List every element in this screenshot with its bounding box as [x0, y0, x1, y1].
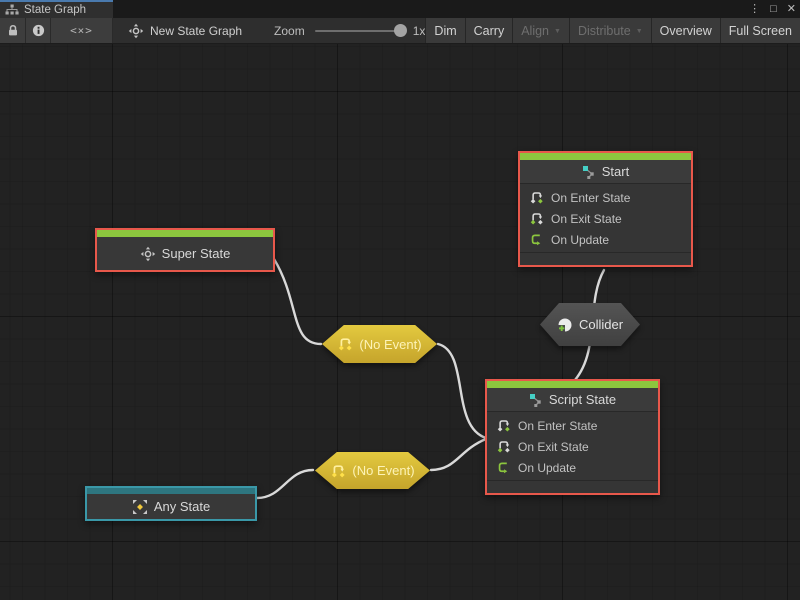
node-event-list: On Enter State On Exit State [520, 184, 691, 252]
on-update-icon [529, 232, 544, 247]
value-toggle-button[interactable]: <×> [51, 18, 113, 43]
state-accent-bar [97, 230, 273, 237]
event-label: On Enter State [518, 419, 597, 433]
on-update-icon [496, 460, 511, 475]
state-node-super-state[interactable]: Super State [95, 228, 275, 272]
event-row: On Exit State [520, 208, 691, 229]
transition-label: (No Event) [352, 463, 414, 478]
info-icon [32, 24, 45, 37]
dim-button[interactable]: Dim [425, 18, 464, 43]
state-accent-bar [487, 381, 658, 388]
flow-graph-icon [582, 165, 596, 179]
state-graph-icon [128, 23, 144, 39]
event-row: On Exit State [487, 436, 658, 457]
event-label: On Exit State [551, 212, 622, 226]
on-exit-state-icon [529, 211, 544, 226]
new-state-graph-button[interactable]: New State Graph [126, 18, 252, 43]
node-event-list: On Enter State On Exit State [487, 412, 658, 480]
edge-noevent-to-scriptstate-2 [431, 439, 486, 470]
lock-button[interactable] [0, 18, 26, 43]
distribute-label: Distribute [578, 24, 631, 38]
node-title: Script State [549, 392, 616, 407]
new-state-graph-label: New State Graph [150, 24, 242, 38]
event-row: On Update [520, 229, 691, 250]
toolbar-spacer [113, 18, 126, 43]
state-accent-bar [520, 153, 691, 160]
on-exit-state-icon [496, 439, 511, 454]
on-enter-state-icon [496, 418, 511, 433]
node-title: Super State [162, 246, 231, 261]
graph-canvas[interactable]: Collider (No Event) [0, 44, 800, 600]
node-title-bar: Start [520, 160, 691, 184]
event-row: On Enter State [520, 187, 691, 208]
dim-label: Dim [434, 24, 456, 38]
transition-label: (No Event) [359, 337, 421, 352]
node-title: Any State [154, 499, 210, 514]
toolbar-right-group: Dim Carry Align ▼ Distribute ▼ Overview … [425, 18, 800, 43]
node-title-bar: Any State [87, 494, 255, 519]
full-screen-label: Full Screen [729, 24, 792, 38]
node-footer [520, 252, 691, 265]
kebab-menu-icon[interactable]: ⋮ [749, 0, 760, 18]
any-state-icon [132, 499, 148, 515]
state-node-any-state[interactable]: Any State [85, 486, 257, 521]
carry-label: Carry [474, 24, 505, 38]
event-row: On Enter State [487, 415, 658, 436]
super-state-icon [140, 246, 156, 262]
on-enter-state-icon [529, 190, 544, 205]
maximize-icon[interactable]: □ [770, 0, 777, 18]
chevron-down-icon: ▼ [554, 28, 561, 35]
zoom-control: Zoom 1x [252, 18, 425, 43]
node-title: Start [602, 164, 629, 179]
state-node-start[interactable]: Start On Enter State [518, 151, 693, 267]
no-event-icon [330, 463, 346, 479]
flow-graph-icon [529, 393, 543, 407]
distribute-dropdown[interactable]: Distribute ▼ [569, 18, 651, 43]
zoom-slider[interactable] [315, 30, 403, 32]
tab-bar: State Graph ⋮ □ ✕ [0, 0, 800, 18]
edge-superstate-to-noevent [274, 259, 321, 344]
event-label: On Update [518, 461, 576, 475]
collider-transition-node[interactable]: Collider [540, 303, 640, 346]
node-title-bar: Script State [487, 388, 658, 412]
collider-label: Collider [579, 317, 623, 332]
toolbar-toggle-group: <×> [0, 18, 113, 43]
node-footer [487, 480, 658, 493]
no-event-icon [337, 336, 353, 352]
full-screen-button[interactable]: Full Screen [720, 18, 800, 43]
zoom-value: 1x [413, 24, 426, 38]
overview-button[interactable]: Overview [651, 18, 720, 43]
graph-hierarchy-icon [5, 4, 19, 16]
info-button[interactable] [26, 18, 51, 43]
window-controls: ⋮ □ ✕ [749, 0, 796, 18]
state-graph-window: State Graph ⋮ □ ✕ [0, 0, 800, 600]
graph-toolbar: <×> New State Graph Zoom 1x [0, 18, 800, 44]
edge-anystate-to-noevent [257, 470, 313, 498]
transition-noevent-1[interactable]: (No Event) [322, 325, 437, 363]
overview-label: Overview [660, 24, 712, 38]
state-node-script-state[interactable]: Script State On Enter State [485, 379, 660, 495]
event-row: On Update [487, 457, 658, 478]
tab-title: State Graph [24, 4, 86, 16]
node-title-bar: Super State [97, 237, 273, 270]
event-label: On Update [551, 233, 609, 247]
lock-icon [7, 24, 19, 37]
align-label: Align [521, 24, 549, 38]
event-label: On Enter State [551, 191, 630, 205]
collider-icon [557, 317, 573, 333]
tab-state-graph[interactable]: State Graph [0, 0, 113, 18]
event-label: On Exit State [518, 440, 589, 454]
transition-noevent-2[interactable]: (No Event) [315, 452, 430, 489]
close-icon[interactable]: ✕ [787, 0, 796, 18]
carry-button[interactable]: Carry [465, 18, 513, 43]
edge-noevent-to-scriptstate [438, 344, 486, 438]
chevron-down-icon: ▼ [636, 28, 643, 35]
align-dropdown[interactable]: Align ▼ [512, 18, 569, 43]
zoom-label: Zoom [274, 24, 305, 38]
zoom-slider-thumb[interactable] [394, 24, 407, 37]
